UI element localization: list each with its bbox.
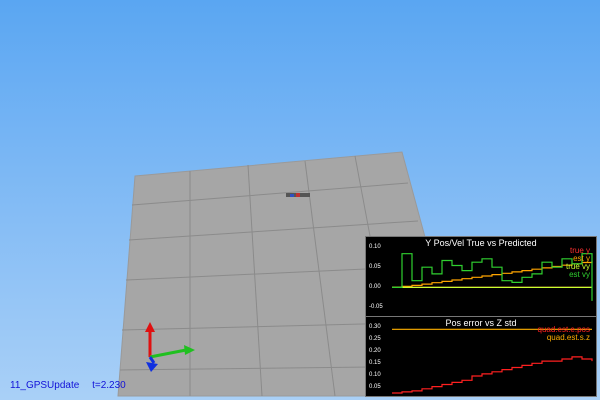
quadcopter-icon[interactable]: [286, 193, 310, 197]
chart-panel-pos-error[interactable]: Pos error vs Z std 0.30 0.25 0.20 0.15 0…: [365, 316, 597, 397]
chart-plot-area: [392, 253, 593, 301]
sim-time: t=2.230: [92, 380, 126, 391]
chart-panel-y-pos-vel[interactable]: Y Pos/Vel True vs Predicted 0.10 0.05 0.…: [365, 236, 597, 318]
scenario-name: 11_GPSUpdate: [10, 380, 80, 391]
legend-entry: est vy: [569, 270, 590, 279]
status-bar: 11_GPSUpdate t=2.230: [10, 380, 136, 392]
series-line-3: [392, 253, 593, 301]
legend-entry: quad.est.s.z: [546, 333, 590, 342]
series-line-0: [392, 356, 593, 394]
